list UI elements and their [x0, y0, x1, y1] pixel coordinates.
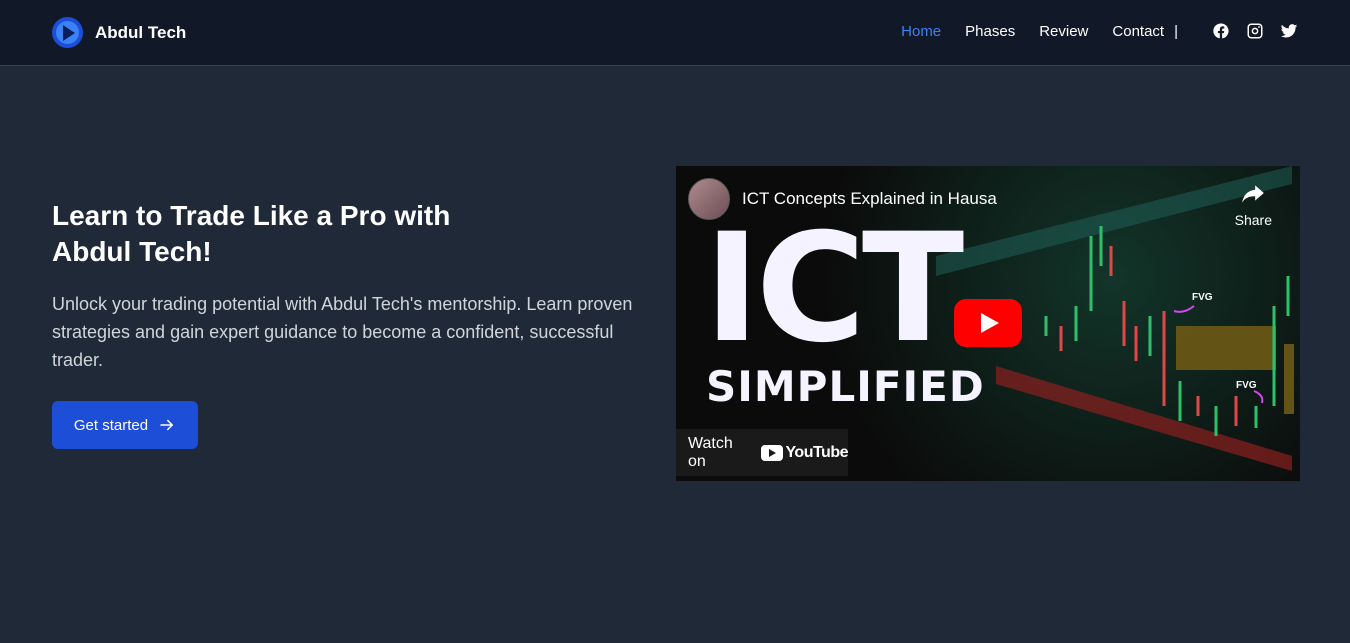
nav-link-home[interactable]: Home: [901, 23, 941, 40]
nav-link-review[interactable]: Review: [1039, 23, 1088, 40]
hero-section: Learn to Trade Like a Pro with Abdul Tec…: [52, 198, 662, 374]
arrow-right-icon: [160, 419, 174, 431]
nav-link-phases[interactable]: Phases: [965, 23, 1015, 40]
facebook-icon[interactable]: [1212, 22, 1230, 40]
fvg-label: FVG: [1192, 292, 1213, 303]
instagram-icon[interactable]: [1246, 22, 1264, 40]
get-started-label: Get started: [73, 416, 149, 434]
channel-avatar[interactable]: [688, 178, 730, 220]
brand-logo-icon: [52, 17, 83, 48]
nav-separator: |: [1174, 22, 1178, 40]
get-started-button[interactable]: Get started: [52, 401, 198, 449]
share-arrow-icon: [1242, 185, 1265, 203]
youtube-wordmark: YouTube: [785, 443, 848, 461]
youtube-logo: YouTube: [761, 444, 848, 462]
share-button[interactable]: Share: [1235, 180, 1272, 228]
thumbnail-text-ict: ICT: [704, 202, 964, 376]
youtube-play-icon: [761, 444, 784, 461]
play-button[interactable]: [954, 299, 1022, 347]
thumbnail-text-simplified: SIMPLIFIED: [706, 362, 985, 411]
main-nav: Home Phases Review Contact |: [877, 22, 1298, 40]
brand-name: Abdul Tech: [95, 22, 187, 42]
watch-on-youtube-button[interactable]: Watch on YouTube: [676, 429, 848, 476]
brand[interactable]: Abdul Tech: [52, 17, 186, 48]
watch-on-label: Watch on: [688, 434, 733, 470]
video-title-row: ICT Concepts Explained in Hausa: [688, 178, 997, 220]
video-embed[interactable]: FVG FVG ICT SIMPLIFIED ICT Concepts Expl…: [676, 166, 1300, 481]
share-label: Share: [1234, 212, 1272, 228]
fvg-label: FVG: [1236, 380, 1257, 391]
top-navbar: Abdul Tech Home Phases Review Contact |: [0, 0, 1350, 66]
video-title[interactable]: ICT Concepts Explained in Hausa: [742, 189, 997, 209]
social-links: [1196, 22, 1298, 40]
hero-description: Unlock your trading potential with Abdul…: [52, 294, 633, 370]
hero-title: Learn to Trade Like a Pro with Abdul Tec…: [52, 200, 451, 267]
nav-link-contact[interactable]: Contact: [1112, 23, 1164, 40]
twitter-icon[interactable]: [1280, 22, 1298, 40]
